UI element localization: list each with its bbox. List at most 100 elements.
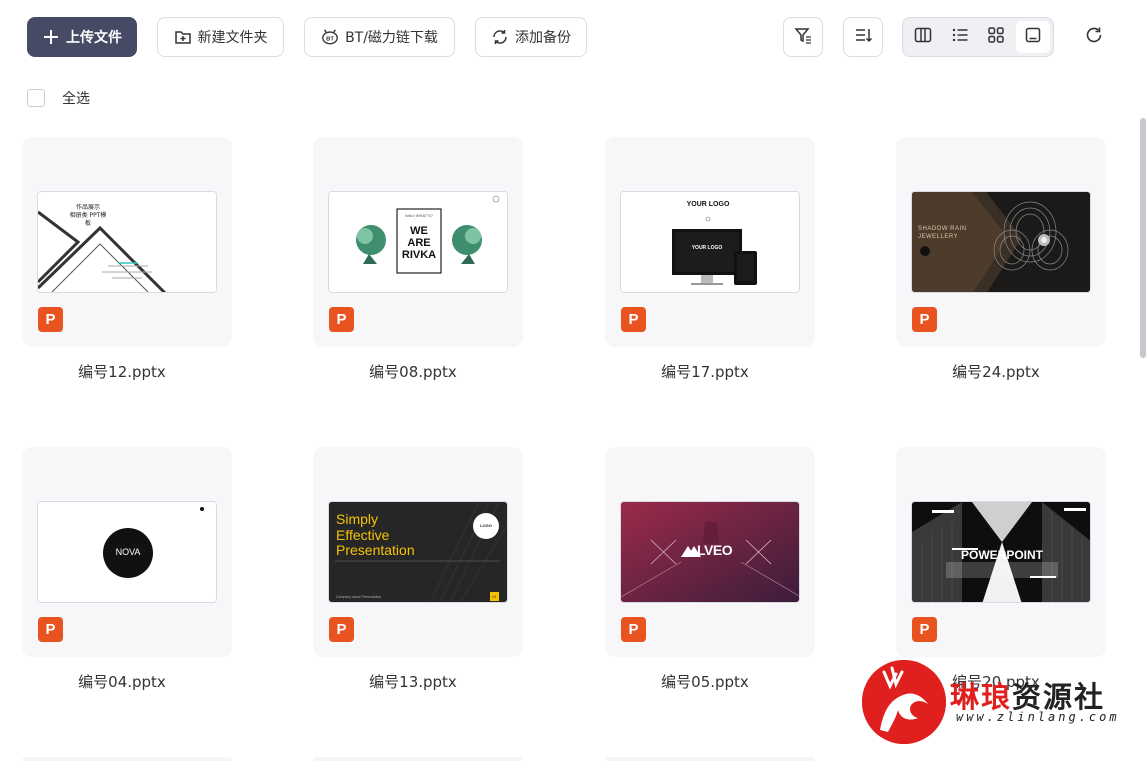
slide-headline-3: RIVKA [401, 249, 437, 261]
file-name[interactable]: 编号12.pptx [22, 361, 222, 382]
file-card[interactable]: SHADOW RAIN JEWELLERY P 编号24.pptx [896, 137, 1106, 382]
slide-title: SHADOW RAIN [918, 226, 967, 232]
bt-download-button[interactable]: BT BT/磁力链下载 [304, 17, 455, 57]
file-name[interactable]: 编号24.pptx [896, 361, 1096, 382]
file-thumbnail[interactable]: Simply Effective Presentation LOGO Compa… [313, 447, 523, 657]
scrollbar-thumb[interactable] [1140, 118, 1146, 358]
watermark-logo [862, 660, 946, 744]
ppt-file-icon: P [912, 617, 937, 642]
slide-small-text: hello! WHAT'S? [405, 213, 433, 218]
file-thumbnail[interactable]: NOVA P [22, 447, 232, 657]
view-columns-button[interactable] [906, 21, 940, 53]
file-card-partial[interactable] [22, 757, 232, 761]
ppt-file-icon: P [329, 617, 354, 642]
filter-icon [793, 25, 813, 49]
watermark-title-red: 琳琅 [950, 680, 1013, 714]
bt-download-label: BT/磁力链下载 [345, 30, 438, 46]
file-card[interactable]: NOVA P 编号04.pptx [22, 447, 232, 692]
ppt-file-icon: P [912, 307, 937, 332]
file-name[interactable]: 编号04.pptx [22, 671, 222, 692]
file-thumbnail[interactable]: SHADOW RAIN JEWELLERY P [896, 137, 1106, 347]
ppt-file-icon: P [621, 307, 646, 332]
file-thumbnail[interactable]: POWERPOINT P [896, 447, 1106, 657]
filter-button[interactable] [783, 17, 823, 57]
file-card[interactable]: LVEO P 编号05.pptx [605, 447, 815, 692]
file-thumbnail[interactable]: LVEO P [605, 447, 815, 657]
slide-title: POWERPOINT [960, 548, 1043, 562]
refresh-icon [1084, 25, 1104, 49]
slide-headline-1: WE [410, 225, 428, 237]
slide-preview: SHADOW RAIN JEWELLERY [911, 191, 1091, 293]
svg-text:BT: BT [326, 37, 334, 43]
sort-icon [853, 25, 873, 49]
view-thumbnail-button[interactable] [1016, 21, 1050, 53]
watermark-url: www.zlinlang.com [956, 710, 1120, 724]
add-backup-button[interactable]: 添加备份 [475, 17, 587, 57]
file-thumbnail[interactable]: 作品展示 相册类 PPT模板 P [22, 137, 232, 347]
file-card-partial[interactable] [313, 757, 523, 761]
toolbar: 上传文件 新建文件夹 BT BT/磁力链下载 添加备份 [0, 0, 1147, 76]
file-card[interactable]: YOUR LOGO YOUR LOGO P 编号17.pptx [605, 137, 815, 382]
sort-button[interactable] [843, 17, 883, 57]
scrollbar-track[interactable] [1139, 0, 1147, 761]
plus-icon [42, 28, 60, 46]
new-folder-label: 新建文件夹 [197, 30, 268, 46]
slide-page: 01 [492, 594, 497, 599]
slide-preview: LVEO [620, 501, 800, 603]
file-card[interactable]: POWERPOINT P 编号20.pptx [896, 447, 1106, 692]
file-name[interactable]: 编号17.pptx [605, 361, 805, 382]
ppt-file-icon: P [38, 617, 63, 642]
watermark: 琳琅资源社 www.zlinlang.com [862, 660, 1122, 746]
slide-brand: LVEO [697, 542, 733, 558]
file-name[interactable]: 编号05.pptx [605, 671, 805, 692]
thumbnail-icon [1024, 26, 1042, 48]
file-card[interactable]: hello! WHAT'S? WE ARE RIVKA P 编号08.pptx [313, 137, 523, 382]
sync-icon [491, 28, 509, 46]
ppt-file-icon: P [621, 617, 646, 642]
slide-brand: NOVA [115, 547, 141, 557]
view-mode-switcher [902, 17, 1054, 57]
file-card[interactable]: Simply Effective Presentation LOGO Compa… [313, 447, 523, 692]
slide-preview: Simply Effective Presentation LOGO Compa… [328, 501, 508, 603]
bt-icon: BT [321, 28, 339, 46]
upload-button[interactable]: 上传文件 [27, 17, 137, 57]
watermark-title-black: 资源社 [1012, 680, 1106, 714]
upload-label: 上传文件 [66, 30, 122, 46]
select-all-label: 全选 [62, 91, 90, 107]
add-backup-label: 添加备份 [515, 30, 571, 46]
slide-headline-2: ARE [407, 237, 431, 249]
refresh-button[interactable] [1076, 19, 1112, 55]
file-name[interactable]: 编号08.pptx [313, 361, 513, 382]
view-list-button[interactable] [943, 21, 977, 53]
slide-line-2: Effective [336, 526, 390, 543]
select-all-checkbox[interactable] [27, 89, 45, 107]
file-thumbnail[interactable]: YOUR LOGO YOUR LOGO P [605, 137, 815, 347]
slide-preview: hello! WHAT'S? WE ARE RIVKA [328, 191, 508, 293]
slide-title: 作品展示 [75, 204, 100, 211]
slide-line-1: Simply [336, 511, 379, 527]
file-card-partial[interactable] [605, 757, 815, 761]
slide-subtitle: JEWELLERY [918, 234, 959, 240]
select-all[interactable]: 全选 [27, 88, 90, 108]
file-thumbnail[interactable]: hello! WHAT'S? WE ARE RIVKA P [313, 137, 523, 347]
slide-preview: NOVA [37, 501, 217, 603]
list-icon [951, 26, 969, 48]
slide-logo: LOGO [480, 523, 492, 528]
grid-icon [987, 26, 1005, 48]
columns-icon [914, 26, 932, 48]
view-grid-button[interactable] [980, 21, 1014, 53]
file-name[interactable]: 编号13.pptx [313, 671, 513, 692]
slide-screen-logo: YOUR LOGO [691, 245, 723, 251]
slide-preview: YOUR LOGO YOUR LOGO [620, 191, 800, 293]
new-folder-button[interactable]: 新建文件夹 [157, 17, 284, 57]
ppt-file-icon: P [329, 307, 354, 332]
slide-preview: 作品展示 相册类 PPT模板 [37, 191, 217, 293]
ppt-file-icon: P [38, 307, 63, 332]
folder-plus-icon [174, 28, 192, 46]
slide-line-3: Presentation [336, 542, 415, 558]
slide-footer: Company name Presentation [336, 595, 382, 599]
file-card[interactable]: 作品展示 相册类 PPT模板 P 编号12.pptx [22, 137, 232, 382]
slide-preview: POWERPOINT [911, 501, 1091, 603]
slide-logo-text: YOUR LOGO [686, 201, 730, 208]
slide-subtitle: 相册类 PPT模板 [69, 212, 107, 227]
